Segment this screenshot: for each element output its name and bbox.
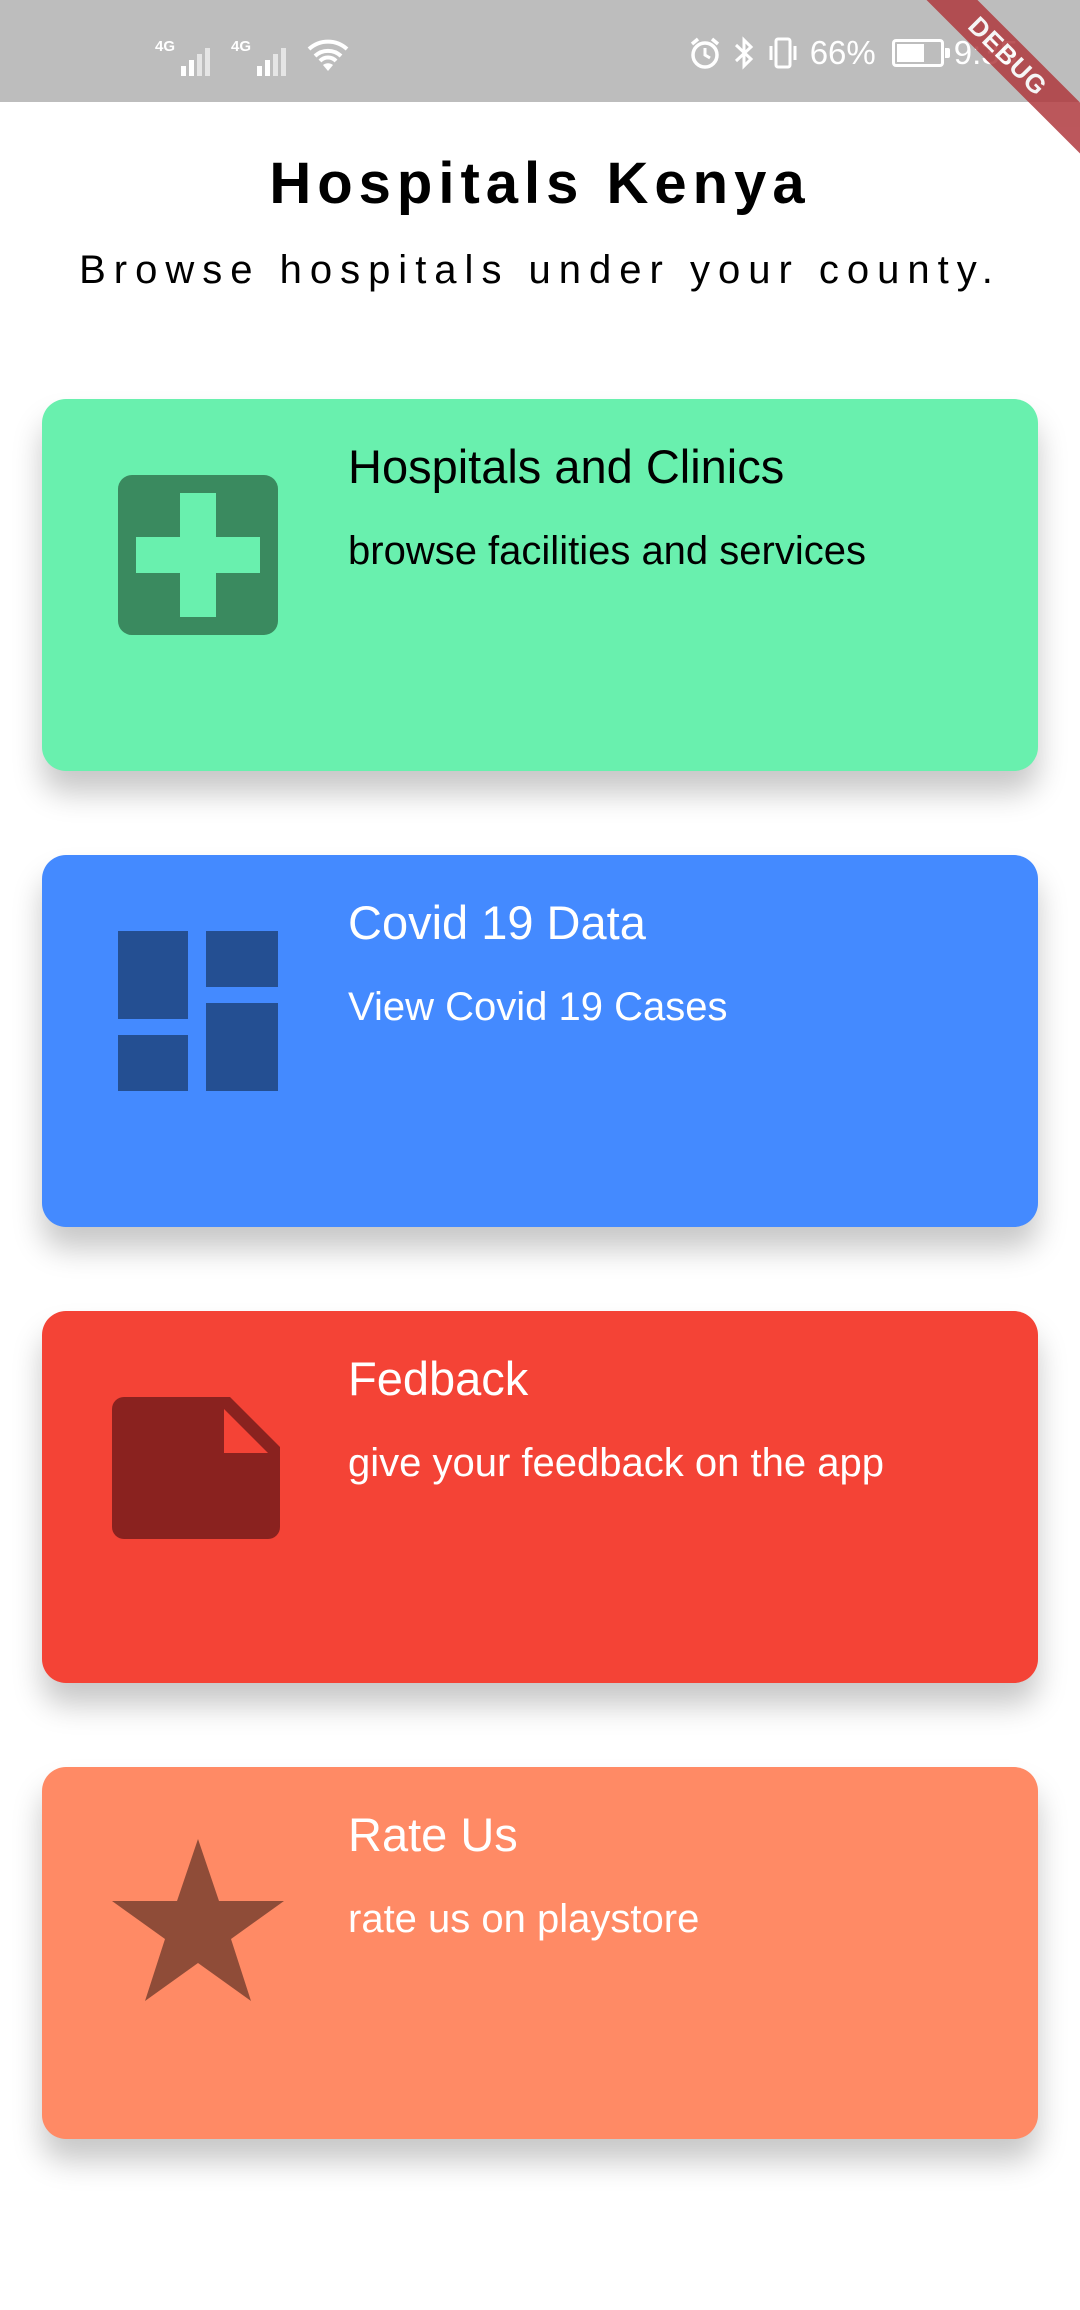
card-description: give your feedback on the app bbox=[348, 1441, 884, 1485]
card-title: Rate Us bbox=[348, 1808, 518, 1861]
vibrate-icon bbox=[769, 37, 797, 69]
cellular-signal-icon: 4G bbox=[155, 36, 213, 76]
note-icon bbox=[112, 1397, 280, 1539]
dashboard-icon bbox=[118, 931, 278, 1091]
card-hospitals-and-clinics[interactable]: Hospitals and Clinics browse facilities … bbox=[42, 399, 1038, 771]
alarm-icon bbox=[690, 37, 719, 69]
card-rate-us[interactable]: Rate Us rate us on playstore bbox=[42, 1767, 1038, 2139]
battery-percent: 66% bbox=[809, 34, 876, 71]
card-covid-19-data[interactable]: Covid 19 Data View Covid 19 Cases bbox=[42, 855, 1038, 1227]
battery-icon bbox=[891, 39, 950, 67]
star-icon bbox=[112, 1839, 284, 2001]
card-description: View Covid 19 Cases bbox=[348, 985, 728, 1029]
card-title: Covid 19 Data bbox=[348, 896, 646, 949]
page-title: Hospitals Kenya bbox=[269, 151, 811, 216]
status-bar: 4G 4G 66% bbox=[0, 0, 1080, 102]
cellular-signal-icon-2: 4G bbox=[231, 36, 289, 76]
status-bar-left: 4G 4G bbox=[155, 36, 349, 76]
battery-level-fill bbox=[896, 44, 925, 62]
network-type-label: 4G bbox=[155, 38, 176, 55]
card-title: Hospitals and Clinics bbox=[348, 440, 785, 493]
card-description: browse facilities and services bbox=[348, 529, 866, 573]
card-title: Fedback bbox=[348, 1352, 529, 1405]
card-description: rate us on playstore bbox=[348, 1897, 700, 1941]
network-type-label-2: 4G bbox=[231, 38, 252, 55]
card-feedback[interactable]: Fedback give your feedback on the app bbox=[42, 1311, 1038, 1683]
bluetooth-icon bbox=[734, 36, 753, 70]
page-subtitle: Browse hospitals under your county. bbox=[79, 248, 1001, 292]
local-hospital-icon bbox=[118, 475, 278, 635]
wifi-icon bbox=[307, 39, 349, 71]
